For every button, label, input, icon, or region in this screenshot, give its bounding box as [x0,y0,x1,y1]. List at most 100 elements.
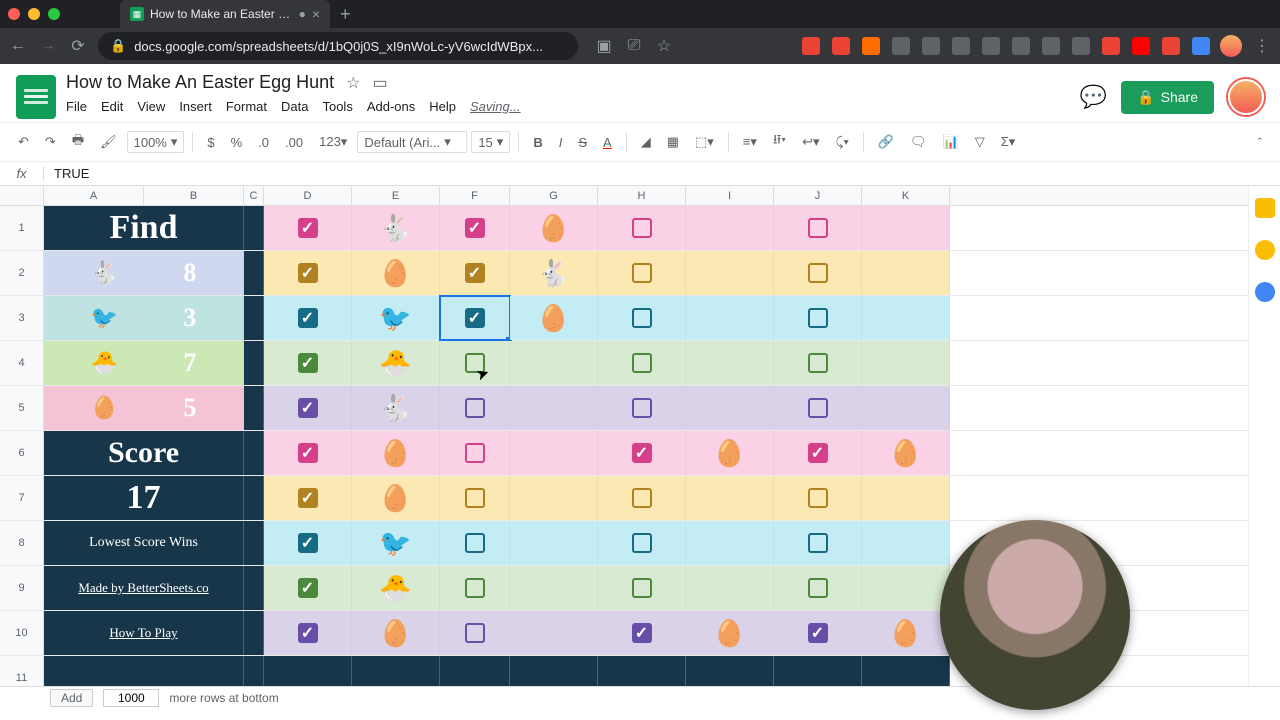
cell-J5[interactable] [774,386,862,430]
menu-add-ons[interactable]: Add-ons [367,99,415,114]
cell-G8[interactable] [510,521,598,565]
cell-D5[interactable] [264,386,352,430]
filter-button[interactable]: ▽ [969,130,991,154]
made-by-link[interactable]: Made by BetterSheets.co [78,580,208,596]
checkbox[interactable] [808,218,828,238]
cell-H10[interactable] [598,611,686,655]
row-header[interactable]: 8 [0,521,44,565]
cell-I5[interactable] [686,386,774,430]
cell-D10[interactable] [264,611,352,655]
checkbox[interactable] [632,623,652,643]
cell-D7[interactable] [264,476,352,520]
valign-button[interactable]: ⭿▾ [767,127,792,157]
checkbox[interactable] [465,488,485,508]
add-rows-count-input[interactable] [103,689,159,707]
how-to-play-link[interactable]: How To Play [109,625,177,641]
cell-H6[interactable] [598,431,686,475]
row-header[interactable]: 10 [0,611,44,655]
extension-icon[interactable] [802,37,820,55]
cell-J1[interactable] [774,206,862,250]
more-formats-button[interactable]: 123▾ [313,130,353,154]
cell-D2[interactable] [264,251,352,295]
col-header-J[interactable]: J [774,186,862,205]
checkbox[interactable] [465,443,485,463]
checkbox[interactable] [298,443,318,463]
cell-I11[interactable] [686,656,774,686]
checkbox[interactable] [298,398,318,418]
cell-J2[interactable] [774,251,862,295]
link-button[interactable]: 🔗 [872,130,900,154]
cell-K8[interactable] [862,521,950,565]
functions-button[interactable]: Σ▾ [995,130,1022,154]
extension-icon[interactable] [1012,37,1030,55]
move-folder-icon[interactable]: ▭ [372,73,387,93]
cell-I3[interactable] [686,296,774,340]
extension-icon[interactable] [1162,37,1180,55]
cell-H11[interactable] [598,656,686,686]
cell-H4[interactable] [598,341,686,385]
menu-tools[interactable]: Tools [322,99,352,114]
checkbox[interactable] [808,398,828,418]
extension-icon[interactable] [1042,37,1060,55]
print-button[interactable]: 🖶 [66,127,90,157]
collapse-toolbar-button[interactable]: ˆ [1252,131,1268,154]
present-icon[interactable]: ⎚ [624,37,644,55]
borders-button[interactable]: ▦ [661,130,685,154]
browser-tab[interactable]: ▦ How to Make an Easter Eg ● × [120,0,330,28]
cell-E7[interactable]: 🥚 [352,476,440,520]
checkbox[interactable] [808,488,828,508]
cell-G7[interactable] [510,476,598,520]
add-rows-button[interactable]: Add [50,689,93,707]
close-tab-icon[interactable]: × [312,6,320,22]
cell-F5[interactable] [440,386,510,430]
cell-K11[interactable] [862,656,950,686]
cell-H7[interactable] [598,476,686,520]
cell-J6[interactable] [774,431,862,475]
cell-H5[interactable] [598,386,686,430]
row-header[interactable]: 3 [0,296,44,340]
strike-button[interactable]: S [572,131,593,154]
comment-button[interactable]: 🗨 [904,130,933,154]
cell-H9[interactable] [598,566,686,610]
extension-icon[interactable] [952,37,970,55]
checkbox[interactable] [808,533,828,553]
new-tab-button[interactable]: + [340,4,351,25]
wrap-button[interactable]: ↩▾ [796,130,825,154]
cell-E4[interactable]: 🐣 [352,341,440,385]
row-header[interactable]: 9 [0,566,44,610]
cell-G10[interactable] [510,611,598,655]
col-header-E[interactable]: E [352,186,440,205]
col-header-G[interactable]: G [510,186,598,205]
checkbox[interactable] [632,263,652,283]
cell-I4[interactable] [686,341,774,385]
checkbox[interactable] [465,533,485,553]
extension-icon[interactable] [982,37,1000,55]
cell-J9[interactable] [774,566,862,610]
cell-H1[interactable] [598,206,686,250]
cell-F1[interactable] [440,206,510,250]
minimize-window-icon[interactable] [28,8,40,20]
star-icon[interactable]: ☆ [346,73,360,93]
bookmark-star-icon[interactable]: ☆ [654,36,674,56]
cell-K2[interactable] [862,251,950,295]
cell-G2[interactable]: 🐇 [510,251,598,295]
cell-F9[interactable] [440,566,510,610]
cell-J4[interactable] [774,341,862,385]
select-all-corner[interactable] [0,186,44,205]
browser-menu-icon[interactable]: ⋮ [1252,36,1272,56]
menu-view[interactable]: View [137,99,165,114]
col-header-H[interactable]: H [598,186,686,205]
cell-K3[interactable] [862,296,950,340]
cell-D1[interactable] [264,206,352,250]
cell-K6[interactable]: 🥚 [862,431,950,475]
back-button[interactable]: ← [8,37,28,55]
row-header[interactable]: 1 [0,206,44,250]
cell-I6[interactable]: 🥚 [686,431,774,475]
cell-I2[interactable] [686,251,774,295]
cell-I7[interactable] [686,476,774,520]
cell-I1[interactable] [686,206,774,250]
cell-D8[interactable] [264,521,352,565]
cell-E10[interactable]: 🥚 [352,611,440,655]
fill-color-button[interactable]: ◢ [635,130,657,154]
keep-icon[interactable] [1255,198,1275,218]
